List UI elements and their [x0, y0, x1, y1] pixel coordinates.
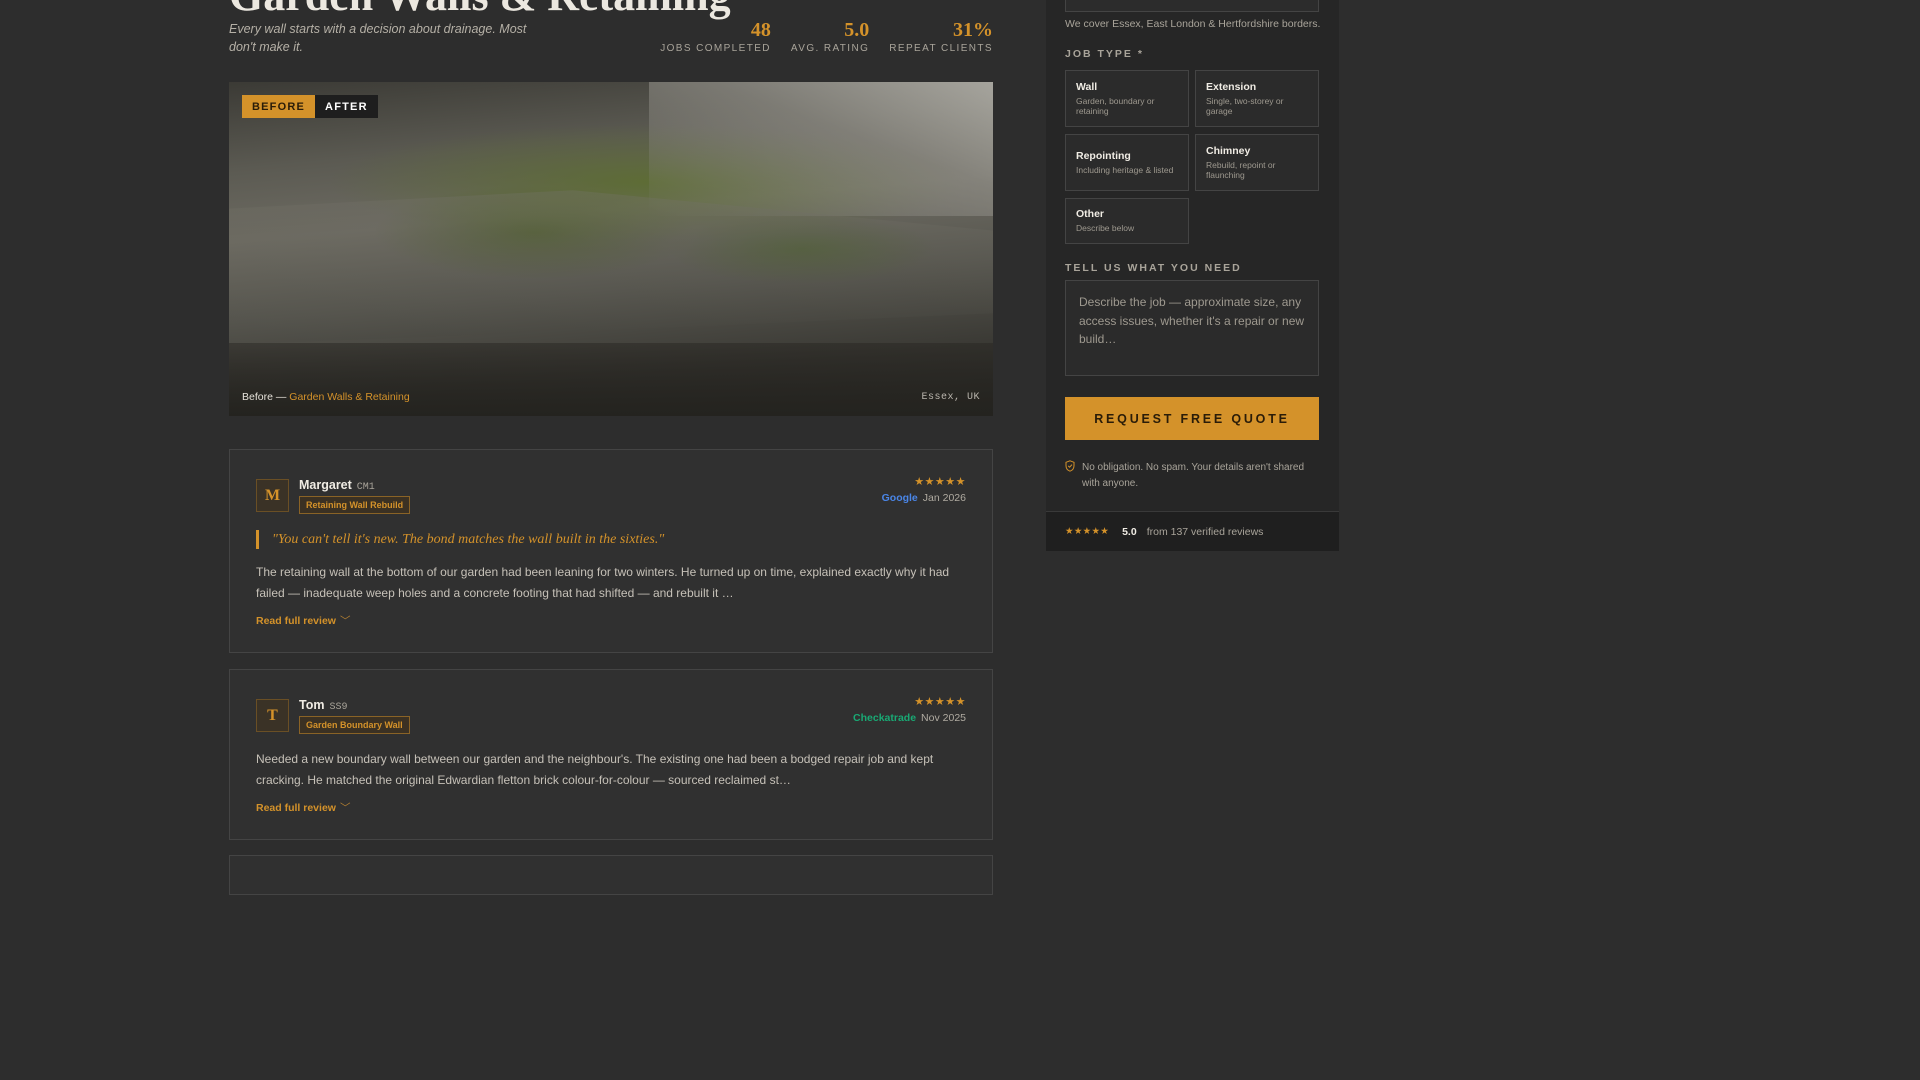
job-type-label: JOB TYPE *	[1065, 48, 1144, 60]
stat-repeat: 31% REPEAT CLIENTS	[889, 20, 993, 54]
before-after-toggle: BEFORE AFTER	[242, 95, 378, 118]
postcode-input[interactable]	[1065, 0, 1319, 12]
page-title: Garden Walls & Retaining	[229, 0, 731, 18]
review-source: Google Jan 2026	[882, 492, 966, 504]
rating-summary: ★★★★★ 5.0 from 137 verified reviews	[1046, 511, 1339, 551]
privacy-note: No obligation. No spam. Your details are…	[1065, 460, 1319, 491]
photo-caption: Before — Garden Walls & Retaining	[242, 391, 410, 403]
job-description-textarea[interactable]: Describe the job — approximate size, any…	[1065, 280, 1319, 376]
job-option-desc: Including heritage & listed	[1076, 164, 1174, 175]
pull-quote: "You can't tell it's new. The bond match…	[256, 530, 966, 549]
privacy-text: No obligation. No spam. Your details are…	[1082, 462, 1305, 489]
star-rating: ★★★★★	[914, 476, 966, 488]
stat-rating: 5.0 AVG. RATING	[791, 20, 869, 54]
photo-sky	[649, 82, 993, 216]
shield-check-icon	[1065, 460, 1075, 491]
job-option-desc: Garden, boundary or retaining	[1076, 95, 1155, 117]
job-option-desc: Rebuild, repoint or flaunching	[1206, 159, 1276, 181]
chevron-down-icon: ﹀	[339, 615, 351, 627]
job-option-title: Other	[1076, 208, 1105, 221]
stat-value: 48	[750, 19, 771, 41]
rating-score: 5.0	[1122, 525, 1137, 538]
review-body: The retaining wall at the bottom of our …	[256, 565, 950, 600]
review-body: Needed a new boundary wall between our g…	[256, 752, 934, 787]
job-tag: Garden Boundary Wall	[299, 716, 410, 734]
job-option-desc: Single, two-storey or garage	[1206, 95, 1284, 117]
read-more-link[interactable]: Read full review ﹀	[256, 800, 350, 815]
review-card	[229, 855, 993, 895]
stats-bar: 48 JOBS COMPLETED 5.0 AVG. RATING 31% RE…	[660, 20, 993, 54]
job-option-chimney[interactable]: Chimney Rebuild, repoint or flaunching	[1195, 134, 1319, 191]
stat-label: AVG. RATING	[790, 43, 870, 54]
review-card: M Margaret CM1 Retaining Wall Rebuild ★★★…	[229, 449, 993, 653]
source-checkatrade[interactable]: Checkatrade	[853, 712, 916, 724]
reviewer-name: Tom SS9	[299, 698, 347, 713]
caption-category-link[interactable]: Garden Walls & Retaining	[289, 391, 409, 403]
request-quote-button[interactable]: REQUEST FREE QUOTE	[1065, 397, 1319, 440]
coverage-note: We cover Essex, East London & Hertfordsh…	[1065, 18, 1321, 30]
job-option-extension[interactable]: Extension Single, two-storey or garage	[1195, 70, 1319, 127]
chevron-down-icon: ﹀	[339, 802, 351, 814]
needs-label: TELL US WHAT YOU NEED	[1065, 262, 1242, 274]
reviewer-name-text: Margaret	[299, 478, 352, 492]
review-date: Jan 2026	[922, 492, 966, 504]
job-option-title: Extension	[1206, 80, 1257, 93]
job-option-repointing[interactable]: Repointing Including heritage & listed	[1065, 134, 1189, 191]
review-count: from 137 verified reviews	[1146, 525, 1264, 538]
after-tab[interactable]: AFTER	[315, 95, 378, 118]
job-option-title: Chimney	[1206, 144, 1251, 157]
page-subtitle: Every wall starts with a decision about …	[229, 22, 527, 54]
reviewer-postcode: CM1	[356, 482, 375, 493]
avatar: T	[256, 699, 289, 732]
stat-value: 31%	[953, 19, 993, 41]
quote-form-panel: We cover Essex, East London & Hertfordsh…	[1046, 0, 1339, 551]
reviewer-postcode: SS9	[329, 702, 348, 713]
stat-label: REPEAT CLIENTS	[889, 43, 993, 54]
photo-ground	[229, 342, 993, 416]
job-option-other[interactable]: Other Describe below	[1065, 198, 1189, 244]
job-option-wall[interactable]: Wall Garden, boundary or retaining	[1065, 70, 1189, 127]
read-more-label: Read full review	[256, 802, 336, 814]
review-card: T Tom SS9 Garden Boundary Wall ★★★★★ Chec…	[229, 669, 993, 840]
job-tag: Retaining Wall Rebuild	[299, 496, 411, 514]
before-tab[interactable]: BEFORE	[242, 95, 316, 118]
job-option-title: Repointing	[1076, 149, 1131, 162]
source-google[interactable]: Google	[882, 492, 918, 504]
stat-label: JOBS COMPLETED	[660, 43, 771, 54]
stat-jobs: 48 JOBS COMPLETED	[660, 20, 771, 54]
job-option-desc: Describe below	[1076, 223, 1135, 234]
star-rating: ★★★★★	[1065, 526, 1110, 537]
photo-location: Essex, UK	[921, 392, 980, 403]
avatar: M	[256, 479, 289, 512]
before-after-photo[interactable]: BEFORE AFTER Before — Garden Walls & Ret…	[229, 82, 993, 416]
caption-prefix: Before —	[242, 391, 287, 403]
read-more-label: Read full review	[256, 615, 336, 627]
reviewer-name: Margaret CM1	[299, 478, 375, 493]
review-source: Checkatrade Nov 2025	[853, 712, 966, 724]
review-date: Nov 2025	[921, 712, 966, 724]
job-option-title: Wall	[1076, 80, 1098, 93]
reviewer-name-text: Tom	[299, 698, 325, 712]
star-rating: ★★★★★	[914, 696, 966, 708]
read-more-link[interactable]: Read full review ﹀	[256, 613, 350, 628]
stat-value: 5.0	[844, 19, 870, 41]
